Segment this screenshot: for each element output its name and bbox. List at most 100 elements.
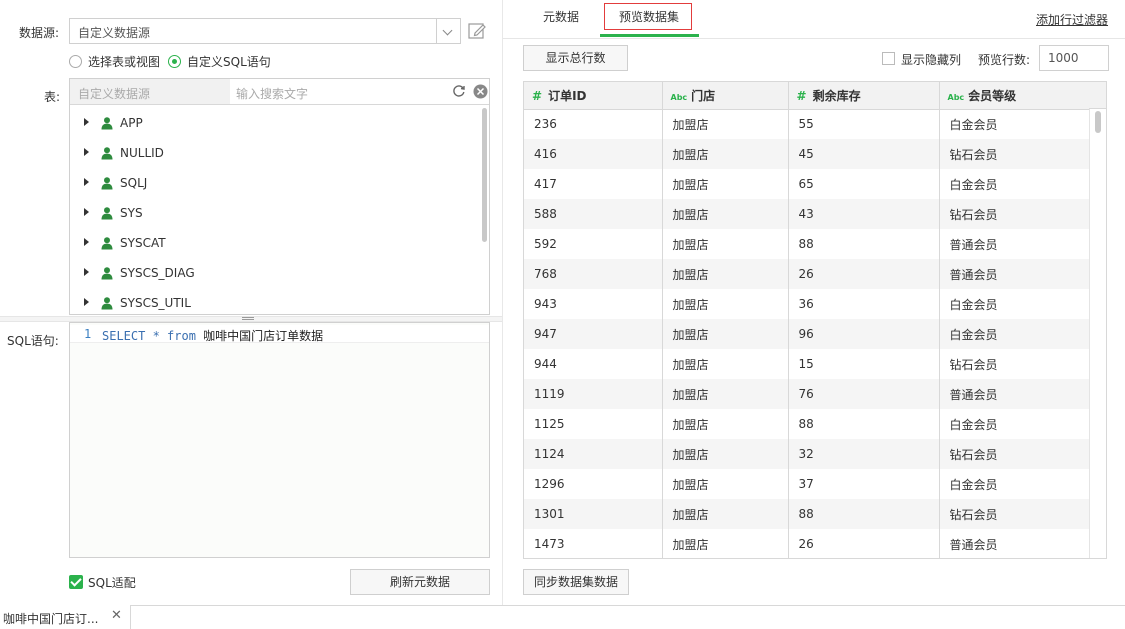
tree-item[interactable]: SYSCAT xyxy=(70,228,480,258)
tree-item-label: SYSCS_DIAG xyxy=(120,266,195,280)
table-tree-header: 自定义数据源 输入搜索文字 xyxy=(70,79,489,105)
user-schema-icon xyxy=(100,236,114,253)
table-row[interactable]: 1296 加盟店 37 白金会员 xyxy=(524,469,1091,499)
bottom-tab-label[interactable]: 咖啡中国门店订... xyxy=(3,610,98,627)
refresh-metadata-button[interactable]: 刷新元数据 xyxy=(350,569,490,595)
tab-preview-dataset[interactable]: 预览数据集 xyxy=(619,8,679,25)
table-cell: 1301 xyxy=(524,499,663,529)
table-cell: 1124 xyxy=(524,439,663,469)
table-cell: 加盟店 xyxy=(662,319,789,349)
grid-scrollbar-track[interactable] xyxy=(1089,82,1106,558)
tree-item[interactable]: APP xyxy=(70,108,480,138)
refresh-icon[interactable] xyxy=(452,84,466,101)
sql-editor[interactable]: 1 SELECT * from 咖啡中国门店订单数据 xyxy=(69,322,490,558)
radio-custom-sql-label[interactable]: 自定义SQL语句 xyxy=(187,53,271,70)
chevron-down-icon[interactable] xyxy=(436,19,460,43)
table-row[interactable]: 1125 加盟店 88 白金会员 xyxy=(524,409,1091,439)
close-icon[interactable]: ✕ xyxy=(111,608,122,623)
table-row[interactable]: 592 加盟店 88 普通会员 xyxy=(524,229,1091,259)
tree-item[interactable]: SYSCS_UTIL xyxy=(70,288,480,314)
table-row[interactable]: 1119 加盟店 76 普通会员 xyxy=(524,379,1091,409)
table-cell: 钻石会员 xyxy=(939,139,1091,169)
column-header[interactable]: # 订单ID xyxy=(524,82,663,110)
table-row[interactable]: 947 加盟店 96 白金会员 xyxy=(524,319,1091,349)
table-row[interactable]: 417 加盟店 65 白金会员 xyxy=(524,169,1091,199)
table-cell: 普通会员 xyxy=(939,529,1091,558)
add-row-filter-link[interactable]: 添加行过滤器 xyxy=(1036,11,1108,28)
text-type-icon: Abc xyxy=(670,92,688,102)
tree-item[interactable]: SYS xyxy=(70,198,480,228)
table-row[interactable]: 416 加盟店 45 钻石会员 xyxy=(524,139,1091,169)
table-row[interactable]: 1301 加盟店 88 钻石会员 xyxy=(524,499,1091,529)
sql-code: SELECT * from 咖啡中国门店订单数据 xyxy=(102,327,323,344)
expand-caret-icon[interactable] xyxy=(84,208,89,216)
table-cell: 416 xyxy=(524,139,663,169)
tree-item[interactable]: SQLJ xyxy=(70,168,480,198)
column-header[interactable]: Abc 会员等级 xyxy=(939,82,1091,110)
datasource-select-value: 自定义数据源 xyxy=(78,26,151,40)
table-cell: 加盟店 xyxy=(662,349,789,379)
grid-scrollbar-thumb[interactable] xyxy=(1095,111,1101,133)
table-cell: 592 xyxy=(524,229,663,259)
sql-adapt-checkbox[interactable] xyxy=(69,575,83,589)
numeric-type-icon: # xyxy=(796,88,807,103)
table-row[interactable]: 943 加盟店 36 白金会员 xyxy=(524,289,1091,319)
datasource-select[interactable]: 自定义数据源 xyxy=(69,18,461,44)
radio-table-view-label[interactable]: 选择表或视图 xyxy=(88,53,160,70)
grid-header-row: # 订单ID Abc 门店 # 剩余库存 Abc 会员等级 xyxy=(524,82,1091,110)
table-cell: 白金会员 xyxy=(939,169,1091,199)
table-cell: 加盟店 xyxy=(662,289,789,319)
expand-caret-icon[interactable] xyxy=(84,268,89,276)
edit-icon[interactable] xyxy=(467,21,487,41)
expand-caret-icon[interactable] xyxy=(84,148,89,156)
clear-icon[interactable] xyxy=(473,84,488,102)
expand-caret-icon[interactable] xyxy=(84,298,89,306)
table-cell: 88 xyxy=(788,229,940,259)
table-search-input[interactable]: 输入搜索文字 xyxy=(236,85,308,102)
table-row[interactable]: 1473 加盟店 26 普通会员 xyxy=(524,529,1091,558)
tree-item[interactable]: NULLID xyxy=(70,138,480,168)
preview-rows-label: 预览行数: xyxy=(978,53,1031,67)
table-row[interactable]: 588 加盟店 43 钻石会员 xyxy=(524,199,1091,229)
column-header-label: 门店 xyxy=(691,88,716,103)
table-cell: 加盟店 xyxy=(662,199,789,229)
show-hidden-columns-checkbox[interactable] xyxy=(882,52,895,65)
table-cell: 96 xyxy=(788,319,940,349)
table-tree-panel: 自定义数据源 输入搜索文字 APP NULLID SQLJ SYS SYSCAT SYSC… xyxy=(69,78,490,315)
table-cell: 白金会员 xyxy=(939,289,1091,319)
expand-caret-icon[interactable] xyxy=(84,118,89,126)
grid-scrollbar-corner xyxy=(1089,82,1106,109)
user-schema-icon xyxy=(100,176,114,193)
show-hidden-columns-label[interactable]: 显示隐藏列 xyxy=(901,51,961,68)
preview-data-grid: # 订单ID Abc 门店 # 剩余库存 Abc 会员等级 236 加盟店 55 白金会员 416 加盟… xyxy=(523,81,1107,559)
tab-metadata[interactable]: 元数据 xyxy=(543,8,579,25)
tree-scrollbar[interactable] xyxy=(482,108,487,242)
user-schema-icon xyxy=(100,116,114,133)
table-cell: 944 xyxy=(524,349,663,379)
column-header[interactable]: Abc 门店 xyxy=(662,82,789,110)
table-row[interactable]: 768 加盟店 26 普通会员 xyxy=(524,259,1091,289)
table-row[interactable]: 1124 加盟店 32 钻石会员 xyxy=(524,439,1091,469)
sql-table-name: 咖啡中国门店订单数据 xyxy=(203,329,324,343)
table-cell: 1125 xyxy=(524,409,663,439)
preview-rows-input[interactable]: 1000 xyxy=(1039,45,1109,71)
radio-table-view[interactable] xyxy=(69,55,82,68)
sql-adapt-label[interactable]: SQL适配 xyxy=(88,574,136,591)
sql-keywords: SELECT * from xyxy=(102,329,196,343)
table-row[interactable]: 236 加盟店 55 白金会员 xyxy=(524,109,1091,139)
user-schema-icon xyxy=(100,206,114,223)
expand-caret-icon[interactable] xyxy=(84,178,89,186)
radio-custom-sql[interactable] xyxy=(168,55,181,68)
datasource-label: 数据源: xyxy=(19,26,60,40)
bottom-tab-dataset[interactable]: 咖啡中国门店订... ✕ xyxy=(0,605,131,629)
tree-item[interactable]: SYSCS_DIAG xyxy=(70,258,480,288)
expand-caret-icon[interactable] xyxy=(84,238,89,246)
column-header[interactable]: # 剩余库存 xyxy=(788,82,940,110)
sync-dataset-button[interactable]: 同步数据集数据 xyxy=(523,569,629,595)
table-cell: 26 xyxy=(788,259,940,289)
show-total-rows-button[interactable]: 显示总行数 xyxy=(523,45,628,71)
table-row[interactable]: 944 加盟店 15 钻石会员 xyxy=(524,349,1091,379)
tree-item-label: SQLJ xyxy=(120,176,148,190)
table-cell: 加盟店 xyxy=(662,529,789,558)
table-cell: 37 xyxy=(788,469,940,499)
